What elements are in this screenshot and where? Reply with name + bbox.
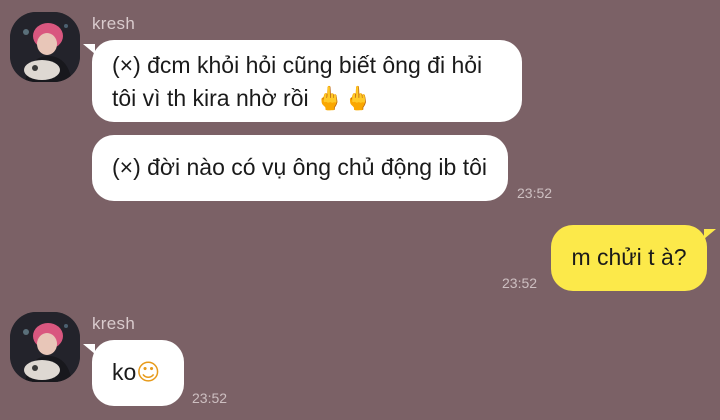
message-text: ko	[112, 359, 137, 385]
profile-photo-icon	[10, 12, 80, 82]
message-bubble[interactable]: ko☺	[92, 340, 184, 406]
bubble-tail	[83, 344, 95, 354]
message-text: tôi vì th kira nhờ rồi	[112, 85, 309, 111]
middle-finger-emoji-icon: 🖕🖕	[315, 86, 373, 112]
message-timestamp: 23:52	[502, 275, 538, 291]
message-timestamp: 23:52	[192, 390, 228, 406]
message-text-line: tôi vì th kira nhờ rồi 🖕🖕	[112, 82, 502, 116]
sender-name: kresh	[92, 314, 136, 333]
bubble-tail	[83, 44, 95, 54]
message-timestamp: 23:52	[517, 185, 553, 201]
sender-avatar[interactable]	[10, 12, 80, 82]
bubble-tail	[704, 229, 716, 239]
message-text-line: (×) đcm khỏi hỏi cũng biết ông đi hỏi	[112, 52, 483, 78]
smiling-face-emoji-icon: ☺	[136, 360, 161, 386]
message-bubble[interactable]: (×) đời nào có vụ ông chủ động ib tôi	[92, 135, 508, 201]
sender-name: kresh	[92, 14, 136, 33]
outgoing-message-bubble[interactable]: m chửi t à?	[551, 225, 707, 291]
profile-photo-icon	[10, 312, 80, 382]
message-text: m chửi t à?	[571, 244, 687, 270]
message-text: (×) đời nào có vụ ông chủ động ib tôi	[112, 154, 488, 180]
sender-avatar[interactable]	[10, 312, 80, 382]
message-bubble[interactable]: (×) đcm khỏi hỏi cũng biết ông đi hỏi tô…	[92, 40, 522, 122]
